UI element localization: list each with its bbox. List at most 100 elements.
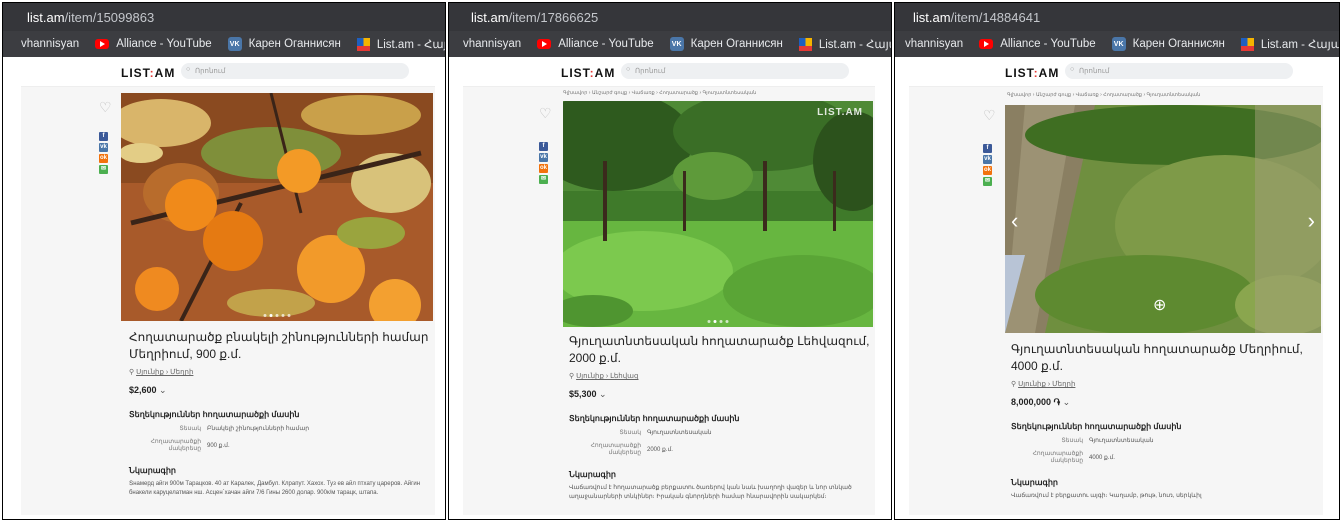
sms-share-icon[interactable]: ✉ <box>539 175 548 184</box>
odnoklassniki-icon[interactable]: ok <box>99 154 108 163</box>
property-row: Հողատարածքի մակերեսը 900 ք.մ. <box>150 439 230 452</box>
description-title: Նկարագիր <box>129 466 176 475</box>
description-text: Տнамерд айги 900м Тарацков. 40 ат Карале… <box>129 481 421 496</box>
share-sidebar: ♡ f vk ok ✉ <box>983 107 996 188</box>
listing-price[interactable]: $5,300 ⌄ <box>569 389 879 400</box>
bookmark-listam[interactable]: List.am - Հայաստա... <box>356 37 445 51</box>
vk-share-icon[interactable]: vk <box>539 153 548 162</box>
address-bar[interactable]: list.am/item/14884641 <box>895 3 1339 31</box>
address-bar[interactable]: list.am/item/17866625 <box>449 3 891 31</box>
listam-icon <box>798 37 812 51</box>
description-title: Նկարագիր <box>1011 478 1058 487</box>
youtube-icon <box>979 39 994 49</box>
vk-share-icon[interactable]: vk <box>983 155 992 164</box>
chevron-right-icon[interactable]: › <box>1308 208 1315 234</box>
facebook-icon[interactable]: f <box>983 144 992 153</box>
section-title: Տեղեկություններ հողատարածքի մասին <box>569 414 740 423</box>
bookmark-youtube[interactable]: Alliance - YouTube <box>95 38 212 50</box>
url-host: list.am <box>27 10 65 25</box>
section-title: Տեղեկություններ հողատարածքի մասին <box>1011 422 1182 431</box>
bookmarks-bar: vhannisyan Alliance - YouTube VK Карен Ог… <box>895 31 1339 57</box>
breadcrumb[interactable]: Գլխավոր › Անշարժ գույք › Վաճառք › Հողատա… <box>1007 92 1200 98</box>
listing-photo[interactable]: LIST.AM <box>563 101 873 327</box>
page-content: LIST:AM Որոնում Գլխավոր › Անշարժ գույք ›… <box>909 57 1323 515</box>
url-path: /item/17866625 <box>508 10 599 25</box>
chevron-down-icon: ⌄ <box>1062 397 1071 407</box>
property-row: Հողատարածքի մակերեսը 4000 ք.մ. <box>1032 451 1115 464</box>
listam-icon <box>1240 37 1254 51</box>
favorite-heart-icon[interactable]: ♡ <box>99 99 112 116</box>
section-title: Տեղեկություններ հողատարածքի մասին <box>129 410 300 419</box>
listing-location[interactable]: ⚲ Սյունիք › Մեղրի <box>1011 380 1321 388</box>
search-input[interactable]: Որոնում <box>621 63 849 79</box>
page-content: LIST:AM Որոնում ♡ f vk ok ✉ <box>21 57 435 515</box>
bookmark-partial[interactable]: vhannisyan <box>21 38 79 50</box>
listing-title: Գյուղատնտեսական հողատարածք Մեղրիում, 400… <box>1011 342 1303 373</box>
bookmark-label: List.am - Հայաստա... <box>376 39 445 51</box>
browser-panel-3: list.am/item/14884641 vhannisyan Allianc… <box>894 2 1340 520</box>
persimmon-photo <box>121 93 433 321</box>
bookmark-label: Alliance - YouTube <box>116 38 212 50</box>
favorite-heart-icon[interactable]: ♡ <box>983 107 996 124</box>
site-header: LIST:AM Որոնում <box>21 57 435 87</box>
chevron-left-icon[interactable]: ‹ <box>1011 208 1018 234</box>
orchard-photo <box>563 101 873 327</box>
bookmark-vk[interactable]: VK Карен Оганнисян <box>669 37 783 51</box>
odnoklassniki-icon[interactable]: ok <box>539 164 548 173</box>
breadcrumb[interactable]: Գլխավոր › Անշարժ գույք › Վաճառք › Հողատա… <box>563 90 756 96</box>
carousel-dots <box>707 320 729 323</box>
listing-location[interactable]: ⚲ Սյունիք › Մեղրի <box>129 368 429 376</box>
facebook-icon[interactable]: f <box>539 142 548 151</box>
description-text: Վաճառվում է հողատարածք բերքատու ծառերով … <box>569 485 852 500</box>
facebook-icon[interactable]: f <box>99 132 108 141</box>
bookmark-partial[interactable]: vhannisyan <box>905 38 963 50</box>
bookmark-listam[interactable]: List.am - Հայաստանu... <box>1240 37 1339 51</box>
bookmark-label: Карен Оганнисян <box>248 38 341 50</box>
bookmark-partial[interactable]: vhannisyan <box>463 38 521 50</box>
favorite-heart-icon[interactable]: ♡ <box>539 105 552 122</box>
listing-price[interactable]: $2,600 ⌄ <box>129 385 429 396</box>
listing-card: Գյուղատնտեսական հողատարածք Մեղրիում, 400… <box>1011 341 1321 501</box>
listing-photo[interactable] <box>121 93 433 321</box>
sms-share-icon[interactable]: ✉ <box>99 165 108 174</box>
site-header: LIST:AM Որոնում <box>463 57 875 87</box>
bookmark-listam[interactable]: List.am - Հայաստանի <box>798 37 891 51</box>
listam-logo[interactable]: LIST:AM <box>1005 66 1059 80</box>
bookmark-youtube[interactable]: Alliance - YouTube <box>979 38 1096 50</box>
youtube-icon <box>95 39 110 49</box>
bookmark-vk[interactable]: VK Карен Оганнисян <box>1111 37 1225 51</box>
bookmark-label: List.am - Հայաստանu... <box>1260 39 1339 51</box>
chevron-down-icon: ⌄ <box>159 385 167 395</box>
vk-icon: VK <box>227 37 242 51</box>
description-text: Վաճառվում է բերքատու այգի։ Կաղամբ, թութ,… <box>1011 493 1202 499</box>
share-sidebar: ♡ f vk ok ✉ <box>99 99 112 176</box>
listing-photo[interactable]: ‹ › ⊕ <box>1005 105 1321 333</box>
zoom-icon[interactable]: ⊕ <box>1153 295 1166 315</box>
vk-icon: VK <box>1111 37 1126 51</box>
url-host: list.am <box>471 10 509 25</box>
listing-card: Գյուղատնտեսական հողատարածք Լեհվազում, 20… <box>569 333 879 502</box>
vk-share-icon[interactable]: vk <box>99 143 108 152</box>
url-path: /item/15099863 <box>64 10 155 25</box>
address-bar[interactable]: list.am/item/15099863 <box>3 3 445 31</box>
listing-card: Հողատարածք բնակելի շինությունների համար … <box>129 329 429 498</box>
sms-share-icon[interactable]: ✉ <box>983 177 992 186</box>
listing-title: Հողատարածք բնակելի շինությունների համար … <box>129 330 429 361</box>
listam-logo[interactable]: LIST:AM <box>561 66 615 80</box>
search-input[interactable]: Որոնում <box>181 63 409 79</box>
chevron-down-icon: ⌄ <box>599 389 607 399</box>
odnoklassniki-icon[interactable]: ok <box>983 166 992 175</box>
page-content: LIST:AM Որոնում Գլխավոր › Անշարժ գույք ›… <box>463 57 875 515</box>
bookmark-youtube[interactable]: Alliance - YouTube <box>537 38 654 50</box>
listing-price[interactable]: 8,000,000 ֏ ⌄ <box>1011 397 1321 408</box>
share-sidebar: ♡ f vk ok ✉ <box>539 105 552 186</box>
property-row: Տեսակ Գյուղատնտեսական <box>619 430 712 436</box>
property-row: Տեսակ Գյուղատնտեսական <box>1061 438 1154 444</box>
listing-location[interactable]: ⚲ Սյունիք › Լեհվազ <box>569 372 879 380</box>
search-input[interactable]: Որոնում <box>1065 63 1293 79</box>
vk-icon: VK <box>669 37 684 51</box>
bookmark-vk[interactable]: VK Карен Оганнисян <box>227 37 341 51</box>
bookmark-label: Alliance - YouTube <box>1000 38 1096 50</box>
url-path: /item/14884641 <box>950 10 1041 25</box>
listam-logo[interactable]: LIST:AM <box>121 66 175 80</box>
